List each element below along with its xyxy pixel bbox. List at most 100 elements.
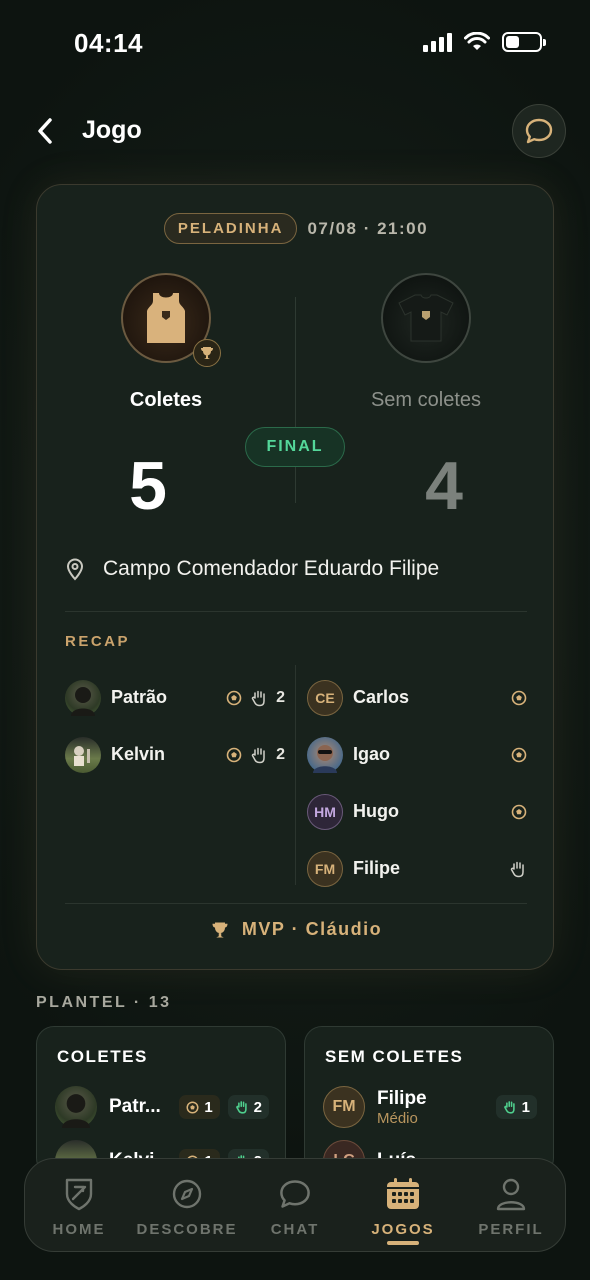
tab-label: CHAT [270,1221,320,1238]
tab-label: JOGOS [371,1221,435,1238]
divider [65,903,527,904]
goals-count: 1 [204,1098,213,1116]
away-team-name: Sem coletes [370,389,482,411]
match-status-badge: FINAL [245,427,345,467]
recap-player-row[interactable]: HM Hugo [307,783,527,840]
ball-icon [511,747,527,762]
player-stats [511,804,527,820]
player-stats: 2 [226,746,285,764]
away-score: 4 [425,448,463,524]
glove-icon [235,1101,247,1114]
home-score: 5 [129,448,167,524]
squad-player-row[interactable]: FM Filipe Médio 1 [323,1085,537,1129]
ball-icon [226,690,242,705]
chat-bubble-icon [276,1175,314,1213]
teams-divider [295,297,296,503]
squad-away-card: SEM COLETES FM Filipe Médio 1 LC Luís [304,1026,554,1176]
mvp-text: MVP · Cláudio [241,919,383,939]
avatar: FM [323,1086,365,1128]
ball-icon [511,804,527,819]
away-team-avatar [381,273,471,363]
divider [65,611,527,612]
status-icons [423,32,546,52]
ball-icon [226,747,242,762]
status-bar: 04:14 [0,0,590,90]
squad-title: PLANTEL · 13 [36,994,172,1011]
player-stats [509,860,527,878]
wifi-icon [464,32,490,50]
signal-icon [423,32,452,52]
recap-away-list: CE Carlos Igao HM Hugo FM Filipe [307,669,527,897]
recap-player-row[interactable]: Patrão 2 [65,669,285,726]
saves-count: 2 [276,688,285,706]
winner-badge [193,339,221,367]
tab-chat[interactable]: CHAT [241,1159,349,1253]
user-icon [492,1175,530,1213]
location-pin-icon [66,558,84,581]
home-team[interactable]: Coletes [37,273,295,412]
vest-icon [147,293,185,343]
saves-chip: 1 [495,1095,537,1119]
chat-bubble-icon [525,118,553,144]
recap-home-list: Patrão 2 Kelvin 2 [65,669,285,783]
avatar [65,679,101,716]
recap-divider [295,665,296,885]
squad-player-row[interactable]: Patr... 1 2 [55,1085,269,1129]
tab-label: PERFIL [478,1221,544,1238]
back-button[interactable] [30,114,60,148]
player-name: Patr... [109,1096,161,1117]
player-photo [71,686,95,716]
player-name: Patrão [111,687,168,707]
player-stats [511,690,527,706]
player-photo [62,1094,90,1128]
player-photo [313,744,337,773]
avatar: CE [307,679,343,716]
avatar [55,1086,97,1128]
player-stats: 1 [495,1095,537,1119]
status-time: 04:14 [74,28,143,58]
player-name: Filipe [353,858,401,878]
header: Jogo [0,100,590,164]
compass-icon [168,1175,206,1213]
tab-home[interactable]: HOME [25,1159,133,1253]
match-location[interactable]: Campo Comendador Eduardo Filipe [65,557,439,581]
player-name: Filipe [377,1087,427,1109]
recap-player-row[interactable]: Igao [307,726,527,783]
tab-jogos[interactable]: JOGOS [349,1159,457,1253]
location-text: Campo Comendador Eduardo Filipe [103,557,440,580]
recap-player-row[interactable]: Kelvin 2 [65,726,285,783]
recap-title: RECAP [65,633,131,650]
tab-descobre[interactable]: DESCOBRE [133,1159,241,1253]
active-tab-indicator [387,1241,419,1245]
recap-player-row[interactable]: FM Filipe [307,840,527,897]
saves-chip: 2 [227,1095,269,1119]
saves-count: 2 [276,745,285,763]
battery-icon [502,32,546,52]
avatar: FM [307,850,343,887]
tab-perfil[interactable]: PERFIL [457,1159,565,1253]
recap-player-row[interactable]: CE Carlos [307,669,527,726]
away-team[interactable]: Sem coletes [297,273,555,412]
home-team-avatar [121,273,221,367]
match-card: PELADINHA 07/08 · 21:00 Coletes Sem cole… [36,184,554,970]
chevron-left-icon [38,118,52,144]
player-stats [511,747,527,763]
glove-icon [503,1101,515,1114]
squad-away-title: SEM COLETES [325,1047,464,1066]
goals-chip: 1 [179,1095,220,1119]
avatar [65,736,101,773]
player-stats: 1 2 [179,1095,269,1119]
ball-icon [511,690,527,705]
player-photo [74,745,90,766]
player-role: Médio [377,1109,418,1127]
glove-icon [251,690,265,706]
mvp-row: MVP · Cláudio [37,919,555,940]
avatar [307,736,343,773]
saves-count: 2 [253,1098,262,1116]
match-meta: PELADINHA 07/08 · 21:00 [37,213,555,244]
chat-button[interactable] [512,104,566,158]
match-datetime: 07/08 · 21:00 [307,218,429,238]
calendar-icon [384,1175,422,1213]
page-title: Jogo [82,116,142,144]
trophy-icon [212,922,228,937]
